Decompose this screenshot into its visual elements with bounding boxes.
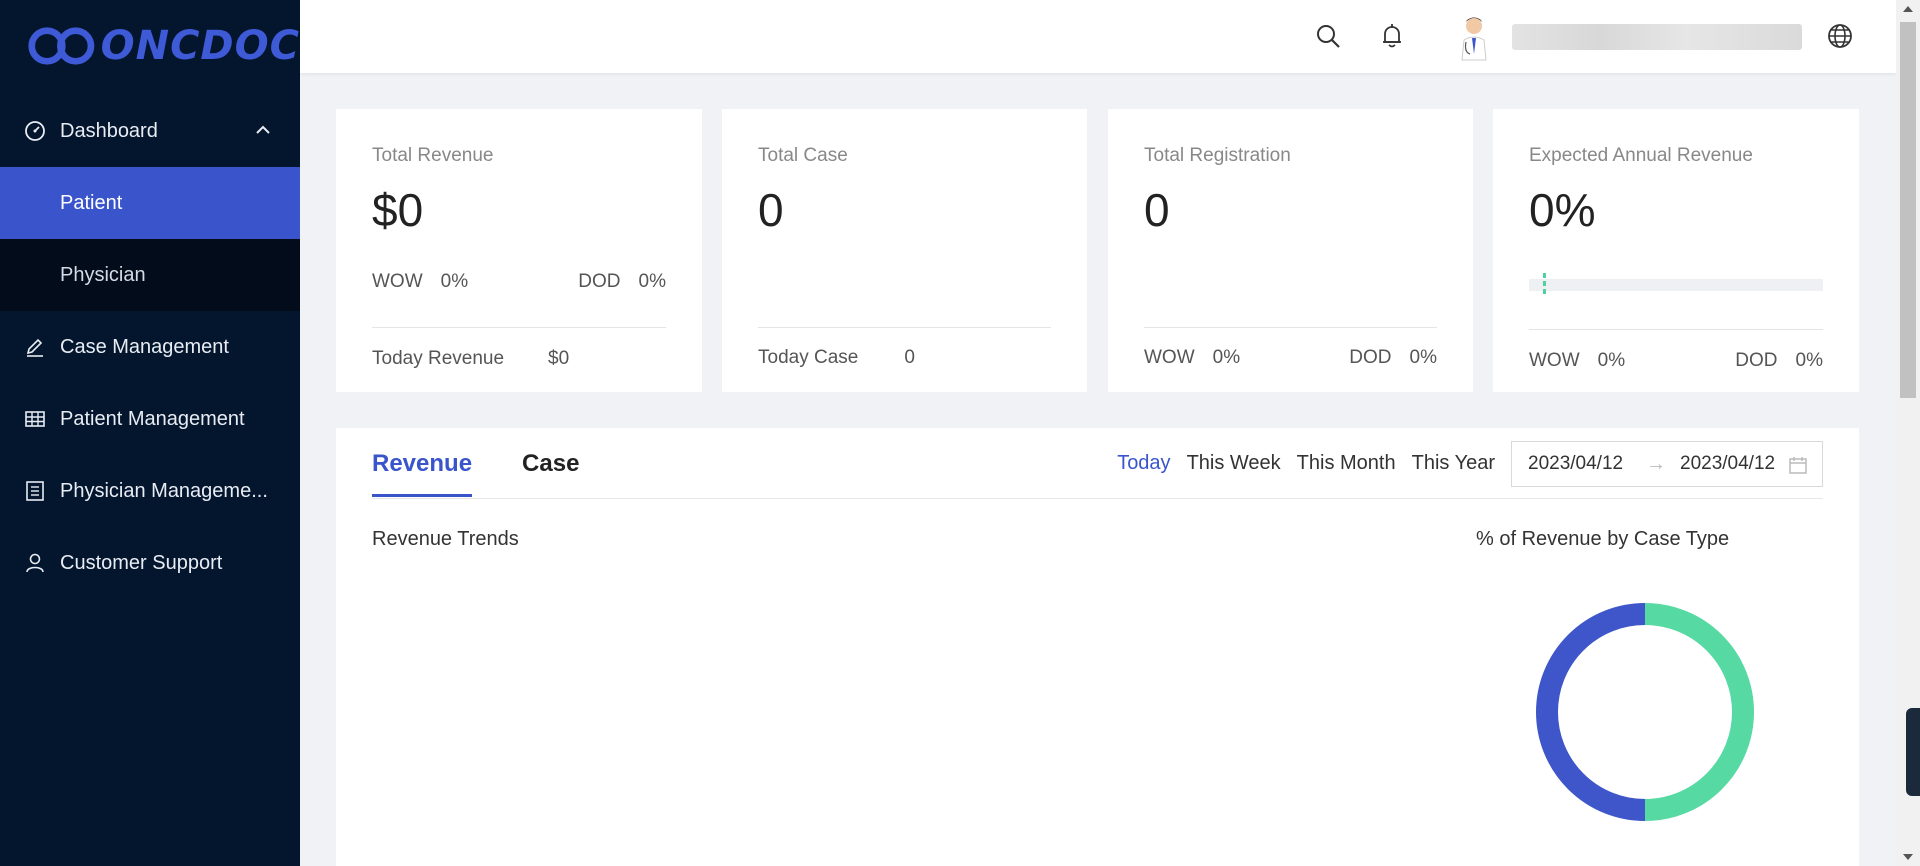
sidebar-subitem-patient[interactable]: Patient xyxy=(0,167,300,239)
wow-label: WOW xyxy=(372,271,423,292)
divider xyxy=(372,327,666,328)
dod-value: 0% xyxy=(1409,347,1437,368)
period-selector: Today This Week This Month This Year xyxy=(1101,452,1495,475)
globe-icon[interactable] xyxy=(1826,22,1854,50)
period-this-week[interactable]: This Week xyxy=(1187,452,1281,475)
sidebar-item-label: Dashboard xyxy=(60,119,158,142)
progress-bar xyxy=(1529,273,1823,297)
table-icon xyxy=(24,408,46,430)
revenue-by-case-type-title: % of Revenue by Case Type xyxy=(1476,528,1730,550)
period-today[interactable]: Today xyxy=(1117,452,1170,475)
card-label: Total Case xyxy=(758,145,848,166)
progress-target-marker xyxy=(1543,273,1546,297)
today-label: Today Revenue xyxy=(372,348,505,369)
revenue-panel: Revenue Case Today This Week This Month … xyxy=(336,428,1859,866)
dod-label: DOD xyxy=(1349,347,1392,368)
card-today-row: Today Case 0 xyxy=(758,347,1051,369)
today-value: $0 xyxy=(548,348,570,369)
floating-side-widget[interactable] xyxy=(1906,708,1920,796)
chevron-up-icon xyxy=(256,125,270,134)
dod-label: DOD xyxy=(1735,350,1778,371)
card-change-row: WOW 0% DOD 0% xyxy=(372,271,666,293)
sidebar-item-case-management[interactable]: Case Management xyxy=(0,311,300,383)
revenue-trends-title: Revenue Trends xyxy=(372,528,519,550)
tab-bar: Revenue Case xyxy=(372,450,629,497)
wow-value: 0% xyxy=(1597,350,1626,371)
brand-name: ONCDOC xyxy=(100,23,300,69)
card-expected-annual-revenue: Expected Annual Revenue 0% WOW 0% DOD 0% xyxy=(1493,109,1859,392)
card-total-revenue: Total Revenue $0 WOW 0% DOD 0% Today Reven… xyxy=(336,109,702,392)
divider xyxy=(1529,329,1823,330)
edit-icon xyxy=(24,336,46,358)
dod-value: 0% xyxy=(638,271,666,292)
sidebar-item-physician-management[interactable]: Physician Manageme... xyxy=(0,455,300,527)
scroll-down-arrow[interactable] xyxy=(1903,854,1913,860)
divider xyxy=(758,327,1051,328)
user-icon xyxy=(24,552,46,574)
calendar-icon[interactable] xyxy=(1788,455,1808,475)
dod-value: 0% xyxy=(1795,350,1823,371)
sidebar-item-patient-management[interactable]: Patient Management xyxy=(0,383,300,455)
card-change-row: WOW 0% DOD 0% xyxy=(1144,347,1437,369)
wow-value: 0% xyxy=(1212,347,1241,368)
bell-icon[interactable] xyxy=(1378,22,1406,50)
card-change-row: WOW 0% DOD 0% xyxy=(1529,350,1823,372)
donut-slice[interactable] xyxy=(1644,603,1754,821)
wow-label: WOW xyxy=(1529,350,1580,371)
date-start-input[interactable]: 2023/04/12 xyxy=(1528,453,1632,475)
period-this-month[interactable]: This Month xyxy=(1297,452,1396,475)
logo-icon xyxy=(28,27,95,65)
sidebar-item-label: Physician Manageme... xyxy=(60,479,268,502)
card-total-registration: Total Registration 0 WOW 0% DOD 0% xyxy=(1108,109,1473,392)
dashboard-icon xyxy=(24,120,46,142)
card-label: Expected Annual Revenue xyxy=(1529,145,1753,166)
sidebar-item-label: Patient Management xyxy=(60,407,245,430)
sidebar-item-label: Customer Support xyxy=(60,551,223,574)
period-this-year[interactable]: This Year xyxy=(1412,452,1495,475)
today-value: 0 xyxy=(904,347,915,368)
card-value: 0 xyxy=(1144,184,1170,236)
card-label: Total Registration xyxy=(1144,145,1291,166)
top-header xyxy=(300,0,1896,73)
scroll-up-arrow[interactable] xyxy=(1903,6,1913,12)
divider xyxy=(1144,327,1437,328)
date-range-picker[interactable]: 2023/04/12 → 2023/04/12 xyxy=(1511,441,1823,487)
card-total-case: Total Case 0 Today Case 0 xyxy=(722,109,1087,392)
sidebar-item-dashboard[interactable]: Dashboard xyxy=(0,95,300,167)
tabs-divider xyxy=(372,498,1823,499)
scroll-thumb[interactable] xyxy=(1900,22,1916,398)
donut-slice[interactable] xyxy=(1536,603,1646,821)
today-label: Today Case xyxy=(758,347,859,368)
card-today-row: Today Revenue $0 xyxy=(372,348,666,370)
card-value: $0 xyxy=(372,184,424,236)
sidebar-subitem-physician[interactable]: Physician xyxy=(0,239,300,311)
sidebar-item-label: Case Management xyxy=(60,335,229,358)
arrow-right-icon: → xyxy=(1646,452,1666,475)
sidebar-item-customer-support[interactable]: Customer Support xyxy=(0,527,300,599)
card-label: Total Revenue xyxy=(372,145,494,166)
brand-logo[interactable]: ONCDOC xyxy=(0,0,300,92)
avatar[interactable] xyxy=(1450,12,1498,62)
revenue-by-case-type-donut xyxy=(1536,603,1754,821)
search-icon[interactable] xyxy=(1314,22,1342,50)
wow-value: 0% xyxy=(440,271,469,292)
card-value: 0 xyxy=(758,184,784,236)
dod-label: DOD xyxy=(578,271,621,292)
sidebar: ONCDOC Dashboard Patient Physician Case … xyxy=(0,0,300,866)
wow-label: WOW xyxy=(1144,347,1195,368)
date-end-input[interactable]: 2023/04/12 xyxy=(1680,453,1784,475)
tab-case[interactable]: Case xyxy=(522,450,579,497)
card-value: 0% xyxy=(1529,184,1596,236)
tab-revenue[interactable]: Revenue xyxy=(372,450,473,497)
user-name-blurred[interactable] xyxy=(1512,24,1802,50)
list-icon xyxy=(24,480,46,502)
